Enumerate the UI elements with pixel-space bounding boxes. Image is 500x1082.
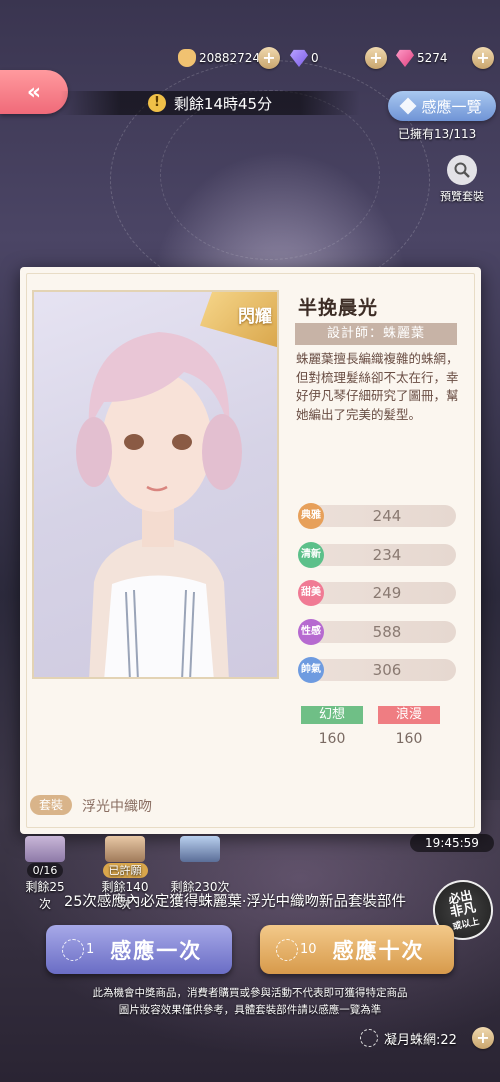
back-button[interactable]: « (0, 70, 68, 114)
spider-web-icon (360, 1029, 378, 1047)
character-illustration (76, 332, 242, 677)
owned-count: 已擁有13/113 (398, 127, 477, 141)
purple-diamond-icon (290, 49, 308, 67)
stat-value: 234 (372, 546, 402, 564)
induct-ten-button[interactable]: 10 感應十次 (260, 925, 454, 974)
reward-thumbnail (25, 836, 65, 862)
stat-row-cool: 帥氣 306 (298, 657, 456, 683)
add-coins-button[interactable]: + (258, 47, 280, 69)
stat-row-sexy: 性感 588 (298, 619, 456, 645)
back-chevron-icon: « (26, 79, 42, 105)
currency-purple-diamond: 0 (290, 47, 319, 69)
reward-thumbnail (105, 836, 145, 862)
countdown-clock: 19:45:59 (410, 834, 494, 852)
preview-suit-button[interactable]: 預覽套裝 (432, 155, 492, 204)
tag-fantasy-value: 160 (318, 731, 346, 747)
disclaimer: 此為機會中獎商品，消費者購買或參與活動不代表即可獲得特定商品 圖片妝容效果僅供參… (92, 987, 408, 1016)
designer-label: 設計師：蛛麗葉 (295, 323, 457, 345)
spider-web-icon (62, 938, 84, 961)
stat-value: 588 (372, 623, 402, 641)
induct-once-button[interactable]: 1 感應一次 (46, 925, 232, 974)
event-timer: ! 剩餘14時45分 (60, 91, 360, 115)
cat-coin-icon (178, 49, 196, 67)
spider-web-icon (276, 938, 298, 961)
diamond-icon (399, 97, 417, 115)
currency-pink-diamond: 5274 (396, 47, 448, 69)
tag-romance-value: 160 (395, 731, 423, 747)
item-title: 半挽晨光 (298, 297, 379, 319)
spider-web-wallet: 凝月蛛網:22 (360, 1026, 457, 1050)
add-purple-diamond-button[interactable]: + (365, 47, 387, 69)
tag-romance: 浪漫 (378, 706, 440, 724)
suit-name[interactable]: 浮光中織吻 (82, 796, 152, 816)
reward-item-3[interactable]: 剩餘230次 (168, 836, 232, 895)
magnifier-icon (447, 155, 477, 185)
induct-overview-button[interactable]: 感應一覽 (388, 91, 496, 121)
suit-tag: 套裝 (30, 795, 72, 815)
item-portrait: 閃耀 (32, 290, 279, 679)
stat-row-sweet: 甜美 249 (298, 580, 456, 606)
stat-row-elegant: 典雅 244 (298, 503, 456, 529)
add-pink-diamond-button[interactable]: + (472, 47, 494, 69)
timer-text: 剩餘14時45分 (173, 94, 273, 113)
stat-value: 306 (372, 661, 402, 679)
stat-row-fresh: 清新 234 (298, 542, 456, 568)
item-detail-card: 閃耀 半挽晨光 設計師：蛛麗葉 蛛麗葉擅長編織複雜的蛛網，但對梳理髮絲卻不太在行… (20, 267, 481, 834)
currency-coins: 20882724 (178, 47, 260, 69)
guarantee-notice: 25次感應內必定獲得蛛麗葉·浮光中織吻新品套裝部件 (63, 894, 407, 910)
item-description: 蛛麗葉擅長編織複雜的蛛網，但對梳理髮絲卻不太在行，幸好伊凡琴仔細研究了圖冊，幫她… (296, 351, 459, 422)
stat-value: 249 (372, 584, 402, 602)
add-spider-web-button[interactable]: + (472, 1027, 494, 1049)
stat-value: 244 (372, 507, 402, 525)
tag-fantasy: 幻想 (301, 706, 363, 724)
exclamation-icon: ! (147, 94, 166, 112)
reward-thumbnail (180, 836, 220, 862)
pink-diamond-icon (396, 49, 414, 67)
